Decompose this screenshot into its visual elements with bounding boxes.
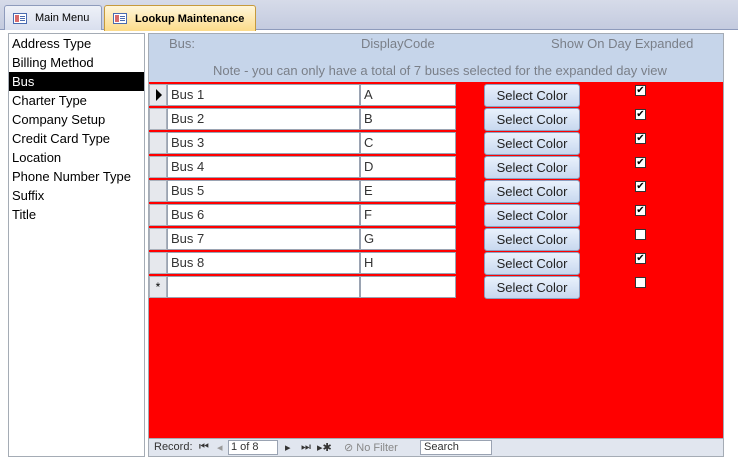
next-record-icon[interactable]: ▸ bbox=[285, 441, 291, 454]
record-row: Bus 1 A Select Color ✔ bbox=[149, 84, 723, 108]
filter-toggle[interactable]: ⊘ No Filter bbox=[344, 441, 398, 454]
list-item-phone-number-type[interactable]: Phone Number Type bbox=[9, 167, 144, 186]
select-color-button[interactable]: Select Color bbox=[484, 252, 580, 275]
bus-name-field[interactable]: Bus 3 bbox=[167, 132, 360, 154]
list-item-charter-type[interactable]: Charter Type bbox=[9, 91, 144, 110]
list-item-suffix[interactable]: Suffix bbox=[9, 186, 144, 205]
display-code-field[interactable]: D bbox=[360, 156, 456, 178]
form-header: Bus: DisplayCode Show On Day Expanded No… bbox=[149, 34, 723, 82]
show-on-day-expanded-checkbox[interactable]: ✔ bbox=[635, 205, 646, 216]
display-code-column-label: DisplayCode bbox=[361, 36, 435, 51]
form-icon bbox=[13, 12, 27, 24]
tab-label: Main Menu bbox=[35, 12, 90, 24]
record-selector[interactable] bbox=[149, 180, 167, 202]
list-item-billing-method[interactable]: Billing Method bbox=[9, 53, 144, 72]
bus-subform: Bus: DisplayCode Show On Day Expanded No… bbox=[148, 33, 724, 457]
record-selector[interactable] bbox=[149, 228, 167, 250]
select-color-button[interactable]: Select Color bbox=[484, 108, 580, 131]
record-selector[interactable] bbox=[149, 252, 167, 274]
record-row: Bus 6 F Select Color ✔ bbox=[149, 204, 723, 228]
record-row: Bus 8 H Select Color ✔ bbox=[149, 252, 723, 276]
record-selector[interactable] bbox=[149, 84, 167, 106]
show-on-day-expanded-checkbox[interactable]: ✔ bbox=[635, 85, 646, 96]
bus-name-field[interactable] bbox=[167, 276, 360, 298]
select-color-button[interactable]: Select Color bbox=[484, 276, 580, 299]
new-record-icon[interactable]: ▸✱ bbox=[317, 441, 332, 454]
show-on-day-expanded-checkbox[interactable]: ✔ bbox=[635, 253, 646, 264]
record-navigation-bar: Record: ⏮ ◂ 1 of 8 ▸ ⏭ ▸✱ ⊘ No Filter Se… bbox=[149, 438, 723, 456]
expanded-view-note: Note - you can only have a total of 7 bu… bbox=[213, 63, 667, 78]
display-code-field[interactable]: F bbox=[360, 204, 456, 226]
show-on-day-expanded-checkbox[interactable]: ✔ bbox=[635, 109, 646, 120]
lookup-type-list[interactable]: Address Type Billing Method Bus Charter … bbox=[8, 33, 145, 457]
bus-name-field[interactable]: Bus 4 bbox=[167, 156, 360, 178]
list-item-company-setup[interactable]: Company Setup bbox=[9, 110, 144, 129]
record-selector[interactable] bbox=[149, 132, 167, 154]
select-color-button[interactable]: Select Color bbox=[484, 156, 580, 179]
new-record-row: * Select Color bbox=[149, 276, 723, 300]
display-code-field[interactable]: C bbox=[360, 132, 456, 154]
record-label: Record: bbox=[154, 441, 193, 453]
filter-icon: ⊘ bbox=[344, 442, 357, 454]
last-record-icon[interactable]: ⏭ bbox=[301, 441, 311, 454]
show-on-day-expanded-checkbox[interactable]: ✔ bbox=[635, 181, 646, 192]
display-code-field[interactable]: H bbox=[360, 252, 456, 274]
bus-name-field[interactable]: Bus 7 bbox=[167, 228, 360, 250]
bus-name-field[interactable]: Bus 6 bbox=[167, 204, 360, 226]
record-row: Bus 4 D Select Color ✔ bbox=[149, 156, 723, 180]
show-expanded-column-label: Show On Day Expanded bbox=[551, 36, 694, 51]
select-color-button[interactable]: Select Color bbox=[484, 180, 580, 203]
search-input[interactable]: Search bbox=[420, 440, 492, 455]
list-item-location[interactable]: Location bbox=[9, 148, 144, 167]
record-selector[interactable] bbox=[149, 108, 167, 130]
select-color-button[interactable]: Select Color bbox=[484, 228, 580, 251]
record-row: Bus 7 G Select Color bbox=[149, 228, 723, 252]
record-selector[interactable] bbox=[149, 204, 167, 226]
record-row: Bus 5 E Select Color ✔ bbox=[149, 180, 723, 204]
document-tab-strip: Main Menu Lookup Maintenance bbox=[0, 0, 738, 31]
record-row: Bus 2 B Select Color ✔ bbox=[149, 108, 723, 132]
filter-label: No Filter bbox=[356, 442, 398, 454]
bus-name-field[interactable]: Bus 1 bbox=[167, 84, 360, 106]
show-on-day-expanded-checkbox[interactable]: ✔ bbox=[635, 157, 646, 168]
bus-name-field[interactable]: Bus 8 bbox=[167, 252, 360, 274]
previous-record-icon[interactable]: ◂ bbox=[217, 441, 223, 454]
display-code-field[interactable]: G bbox=[360, 228, 456, 250]
bus-name-field[interactable]: Bus 5 bbox=[167, 180, 360, 202]
display-code-field[interactable]: B bbox=[360, 108, 456, 130]
select-color-button[interactable]: Select Color bbox=[484, 204, 580, 227]
new-record-selector[interactable]: * bbox=[149, 276, 167, 298]
select-color-button[interactable]: Select Color bbox=[484, 132, 580, 155]
tab-main-menu[interactable]: Main Menu bbox=[4, 5, 102, 30]
tab-lookup-maintenance[interactable]: Lookup Maintenance bbox=[104, 5, 256, 31]
display-code-field[interactable] bbox=[360, 276, 456, 298]
show-on-day-expanded-checkbox[interactable]: ✔ bbox=[635, 133, 646, 144]
list-item-address-type[interactable]: Address Type bbox=[9, 34, 144, 53]
select-color-button[interactable]: Select Color bbox=[484, 84, 580, 107]
current-record-input[interactable]: 1 of 8 bbox=[228, 440, 278, 455]
form-icon bbox=[113, 13, 127, 24]
show-on-day-expanded-checkbox[interactable] bbox=[635, 277, 646, 288]
bus-column-label: Bus: bbox=[169, 36, 196, 51]
show-on-day-expanded-checkbox[interactable] bbox=[635, 229, 646, 240]
bus-name-field[interactable]: Bus 2 bbox=[167, 108, 360, 130]
record-row: Bus 3 C Select Color ✔ bbox=[149, 132, 723, 156]
list-item-credit-card-type[interactable]: Credit Card Type bbox=[9, 129, 144, 148]
list-item-bus[interactable]: Bus bbox=[9, 72, 144, 91]
detail-section: Bus 1 A Select Color ✔ Bus 2 B Select Color ✔ Bu… bbox=[149, 82, 723, 438]
display-code-field[interactable]: A bbox=[360, 84, 456, 106]
display-code-field[interactable]: E bbox=[360, 180, 456, 202]
tab-label: Lookup Maintenance bbox=[135, 12, 245, 25]
first-record-icon[interactable]: ⏮ bbox=[199, 441, 209, 454]
list-item-title[interactable]: Title bbox=[9, 205, 144, 224]
record-selector[interactable] bbox=[149, 156, 167, 178]
